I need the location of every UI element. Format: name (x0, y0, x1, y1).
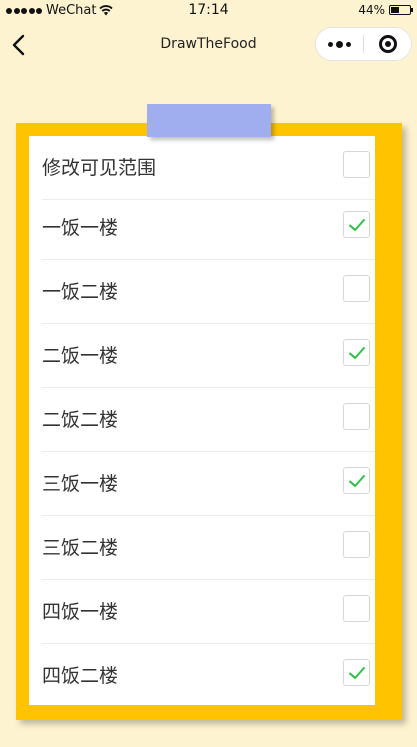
more-dot-icon (328, 41, 333, 47)
option-checkbox[interactable] (343, 659, 370, 686)
checkmark-icon (349, 475, 365, 487)
more-dot-icon (346, 41, 351, 47)
close-circle-icon (378, 35, 397, 53)
nav-bar: DrawTheFood (0, 22, 417, 68)
option-row[interactable]: 二饭二楼 (42, 388, 375, 452)
option-checkbox[interactable] (343, 275, 370, 302)
option-row[interactable]: 一饭二楼 (42, 260, 375, 324)
option-row[interactable]: 修改可见范围 (42, 136, 375, 200)
option-list-card: 修改可见范围 一饭一楼一饭二楼二饭一楼二饭二楼三饭一楼三饭二楼四饭一楼四饭二楼 (29, 136, 375, 705)
option-row[interactable]: 三饭一楼 (42, 452, 375, 516)
option-row[interactable]: 四饭一楼 (42, 580, 375, 644)
option-label: 一饭二楼 (42, 281, 119, 303)
option-label: 三饭一楼 (42, 473, 119, 495)
option-checkbox[interactable] (343, 151, 370, 178)
option-checkbox[interactable] (343, 595, 370, 622)
battery-fill (391, 7, 399, 13)
checkmark-icon (349, 347, 365, 359)
status-bar: WeChat 17:14 44% (0, 0, 417, 22)
checkmark-icon (349, 219, 365, 231)
option-label: 四饭一楼 (42, 601, 119, 623)
option-label: 二饭二楼 (42, 409, 119, 431)
option-checkbox[interactable] (343, 211, 370, 238)
option-row[interactable]: 二饭一楼 (42, 324, 375, 388)
option-label: 四饭二楼 (42, 665, 119, 687)
battery-percent: 44% (358, 3, 385, 17)
checkmark-icon (349, 667, 365, 679)
clipboard-clip (147, 104, 271, 137)
option-label: 一饭一楼 (42, 217, 119, 239)
option-checkbox[interactable] (343, 467, 370, 494)
option-checkbox[interactable] (343, 531, 370, 558)
option-label: 三饭二楼 (42, 537, 119, 559)
option-label: 二饭一楼 (42, 345, 119, 367)
more-dot-icon (336, 40, 343, 48)
option-checkbox[interactable] (343, 339, 370, 366)
battery-icon (389, 5, 413, 15)
option-label: 修改可见范围 (42, 157, 157, 179)
option-row[interactable]: 四饭二楼 (42, 644, 375, 708)
more-options-button[interactable] (316, 28, 363, 60)
option-row[interactable]: 一饭一楼 (42, 196, 375, 260)
option-row[interactable]: 三饭二楼 (42, 516, 375, 580)
option-checkbox[interactable] (343, 403, 370, 430)
mini-program-capsule (315, 27, 412, 61)
status-right: 44% (358, 3, 413, 17)
close-mini-program-button[interactable] (364, 28, 411, 60)
status-time: 17:14 (188, 2, 229, 18)
